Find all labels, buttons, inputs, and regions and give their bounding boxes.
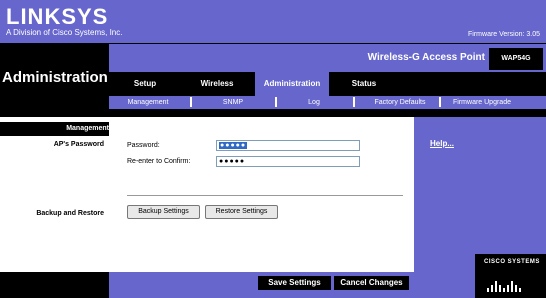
cisco-bar [499,285,501,292]
backup-settings-button[interactable]: Backup Settings [127,205,200,219]
subtab-separator [190,97,192,107]
main-tabs: Setup Wireless Administration Status [109,72,546,96]
cisco-logo-text: CISCO SYSTEMS [484,259,540,265]
section-title-management: Management [66,125,109,132]
cancel-changes-button[interactable]: Cancel Changes [334,276,409,290]
cisco-bar [487,288,489,292]
subtab-management[interactable]: Management [117,96,179,109]
tab-status[interactable]: Status [331,72,397,96]
password-value: ●●●●● [219,142,248,149]
model-badge: WAP54G [489,48,543,70]
help-link[interactable]: Help... [430,139,454,149]
cisco-bar [511,281,513,292]
subtab-snmp[interactable]: SNMP [213,96,253,109]
linksys-logo: LINKSYS [6,4,109,29]
firmware-version: Firmware Version: 3.05 [468,31,540,38]
page-title: Administration [2,69,108,86]
logo-tagline: A Division of Cisco Systems, Inc. [6,28,123,37]
footer-right [414,272,475,298]
tab-setup[interactable]: Setup [109,72,181,96]
confirm-password-field[interactable]: ●●●●● [216,156,360,167]
cisco-bar [507,285,509,292]
cisco-bar [495,281,497,292]
subtab-separator [439,97,441,107]
subtab-separator [275,97,277,107]
label-ap-password: AP's Password [53,141,104,148]
divider [127,195,403,196]
product-name: Wireless-G Access Point [367,52,485,63]
confirm-label: Re-enter to Confirm: [127,158,191,165]
password-field[interactable]: ●●●●● [216,140,360,151]
sub-tabs: Management SNMP Log Factory Defaults Fir… [109,96,546,109]
subtab-separator [353,97,355,107]
tab-administration[interactable]: Administration [255,72,329,96]
cisco-bar [519,288,521,292]
subtab-firmware-upgrade[interactable]: Firmware Upgrade [449,96,515,109]
tab-wireless[interactable]: Wireless [181,72,253,96]
save-settings-button[interactable]: Save Settings [258,276,331,290]
footer-left [0,272,109,298]
label-backup-restore: Backup and Restore [36,210,104,217]
restore-settings-button[interactable]: Restore Settings [205,205,278,219]
cisco-logo: CISCO SYSTEMS [475,254,546,298]
subtab-log[interactable]: Log [299,96,329,109]
subtab-factory-defaults[interactable]: Factory Defaults [367,96,433,109]
password-label: Password: [127,142,160,149]
cisco-bar [515,285,517,292]
cisco-bar [491,285,493,292]
cisco-bar [503,288,505,292]
